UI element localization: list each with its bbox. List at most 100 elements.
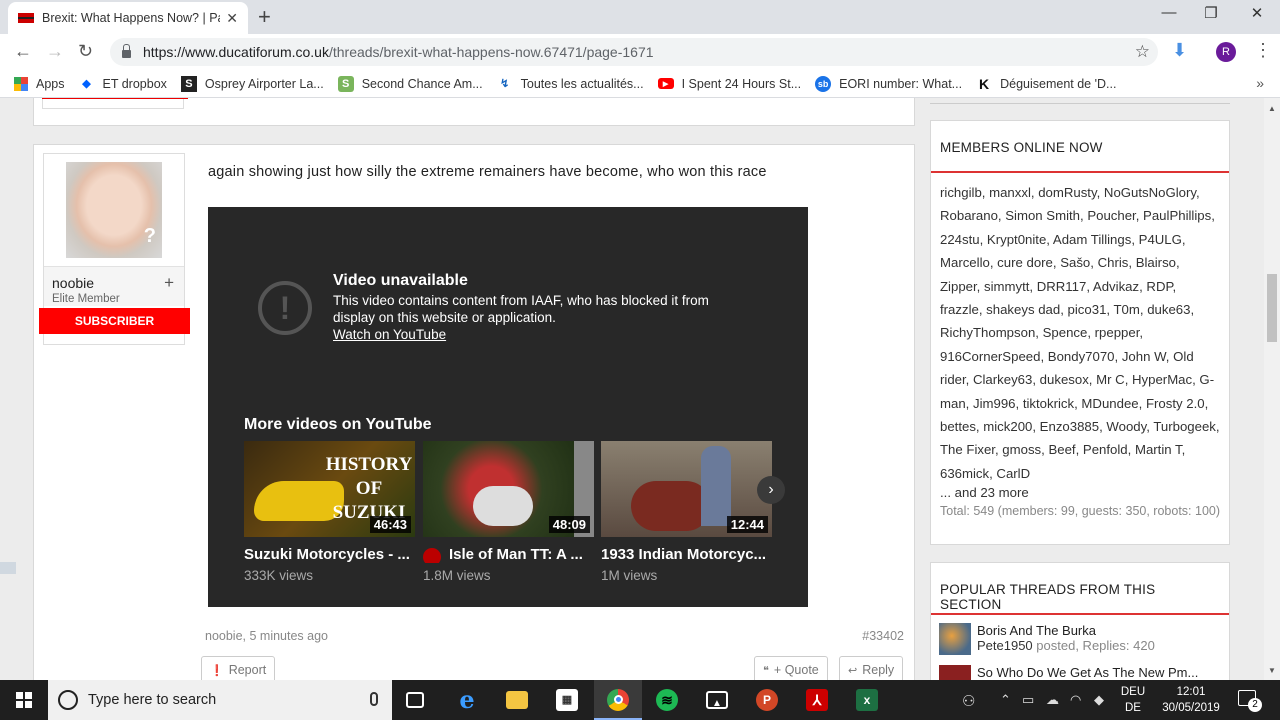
motorcycle-graphic [473,486,533,526]
thread-author[interactable]: Pete1950 [977,638,1033,653]
video-thumbnail[interactable]: HISTORY OF SUZUKI 46:43 [244,441,415,537]
bookmark-star-icon[interactable]: ☆ [1135,42,1150,62]
scroll-up-icon[interactable]: ▲ [1268,104,1276,113]
tab-bar: Brexit: What Happens Now? | Pag ✕ + — ❐ … [0,0,1280,34]
wifi-icon[interactable]: ◠ [1070,692,1081,708]
quote-button[interactable]: ❝ + Quote [754,656,828,680]
user-avatar[interactable]: ? [66,162,162,258]
people-icon[interactable]: ⚇ [962,692,975,710]
members-online-block: MEMBERS ONLINE NOW richgilb, manxxl, dom… [930,120,1230,545]
channel-avatar-icon [423,548,441,563]
scroll-down-icon[interactable]: ▼ [1268,666,1276,675]
microphone-icon[interactable] [370,692,378,706]
onedrive-icon[interactable]: ☁ [1046,692,1059,708]
taskbar-search[interactable]: Type here to search [48,680,392,720]
s-logo-icon: S [180,75,197,92]
report-icon: ❗ [210,664,224,677]
task-view-icon[interactable] [406,692,424,708]
watch-on-youtube-link[interactable]: Watch on YouTube [333,327,446,342]
restore-icon[interactable]: ❐ [1188,4,1234,22]
warning-icon: ! [258,281,312,335]
minimize-icon[interactable]: — [1146,4,1192,21]
thread-stats: posted, Replies: 420 [1036,638,1155,653]
follow-plus-icon[interactable]: + [164,273,174,293]
sb-icon: sb [815,75,832,92]
notification-count: 2 [1248,698,1262,712]
windows-taskbar: Type here to search e ▦ ≋ ▲ P ⅄ x ⚇ ⌃ ▭ … [0,680,1280,720]
bookmark-actualites[interactable]: ↯ Toutes les actualités... [497,76,644,92]
video-thumbnail[interactable]: 48:09 [423,441,594,537]
browser-tab[interactable]: Brexit: What Happens Now? | Pag ✕ [8,2,248,34]
popular-heading: POPULAR THREADS FROM THIS SECTION [931,563,1229,615]
dropbox-tray-icon[interactable]: ◆ [1094,692,1104,708]
close-tab-icon[interactable]: ✕ [226,10,238,27]
video-title[interactable]: Suzuki Motorcycles - ... [244,546,415,563]
menu-dots-icon[interactable]: ⋮ [1254,40,1272,61]
shopify-icon: S [337,75,354,92]
bookmark-youtube[interactable]: ▶ I Spent 24 Hours St... [657,77,801,91]
apps-grid-icon [14,76,28,91]
video-views: 333K views [244,568,314,583]
edge-icon[interactable]: e [456,688,478,712]
report-button[interactable]: ❗ Report [201,656,276,680]
spotify-icon[interactable]: ≋ [656,689,678,711]
chrome-icon[interactable] [607,689,629,711]
post-meta[interactable]: noobie, 5 minutes ago [205,629,328,643]
video-views: 1.8M views [423,568,491,583]
tray-chevron-icon[interactable]: ⌃ [1000,692,1011,708]
bookmark-apps[interactable]: Apps [14,76,65,91]
user-info: noobie Elite Member + [44,266,184,306]
bookmark-label: ET dropbox [102,76,167,91]
reload-icon[interactable]: ↻ [78,41,93,62]
bookmark-et-dropbox[interactable]: ◆ ET dropbox [79,76,167,92]
download-icon[interactable]: ⬇ [1172,40,1187,61]
video-title[interactable]: 1933 Indian Motorcyc... [601,546,772,563]
bookmark-osprey[interactable]: S Osprey Airporter La... [180,75,324,92]
popular-thread-item[interactable]: So Who Do We Get As The New Pm... [931,657,1229,680]
username[interactable]: noobie [52,275,176,291]
url-input[interactable]: https://www.ducatiforum.co.uk/threads/br… [110,38,1158,66]
members-list[interactable]: richgilb, manxxl, domRusty, NoGutsNoGlor… [931,173,1229,485]
language-code: DEU [1120,686,1146,698]
reply-button[interactable]: ↩ Reply [839,656,904,680]
more-bookmarks-icon[interactable]: » [1256,75,1264,91]
windows-start-icon[interactable] [16,692,32,708]
photos-icon[interactable]: ▲ [706,691,728,709]
tab-title: Brexit: What Happens Now? | Pag [42,11,221,25]
scroll-thumb[interactable] [1267,274,1277,342]
new-tab-icon[interactable]: + [258,4,271,30]
next-videos-icon[interactable]: › [757,476,785,504]
store-icon[interactable]: ▦ [556,689,578,711]
news-icon: ↯ [500,78,510,90]
members-more[interactable]: ... and 23 more [931,485,1229,500]
popular-thread-item[interactable]: Boris And The Burka Pete1950 posted, Rep… [931,615,1229,657]
video-title[interactable]: Isle of Man TT: A ... [423,546,594,563]
thread-title[interactable]: Boris And The Burka [977,623,1229,638]
file-explorer-icon[interactable] [506,691,528,709]
acrobat-icon[interactable]: ⅄ [806,689,828,711]
back-icon[interactable]: ← [14,41,32,62]
battery-icon[interactable]: ▭ [1022,692,1034,708]
bookmark-second-chance[interactable]: S Second Chance Am... [337,75,483,92]
bookmark-label: Second Chance Am... [361,76,483,91]
youtube-icon: ▶ [657,78,674,89]
excel-icon[interactable]: x [856,689,878,711]
post-number[interactable]: #33402 [862,629,904,643]
forward-icon[interactable]: → [46,41,64,62]
question-mark-icon: ? [143,225,156,247]
bookmark-label: Osprey Airporter La... [204,76,324,91]
profile-avatar[interactable]: R [1216,42,1236,62]
dropbox-icon: ◆ [82,78,91,90]
input-language[interactable]: DEU DE [1119,684,1147,716]
thread-title[interactable]: So Who Do We Get As The New Pm... [977,665,1229,680]
video-thumbnail[interactable]: 12:44 [601,441,772,537]
system-clock[interactable]: 12:01 30/05/2019 [1155,684,1227,716]
youtube-embed[interactable]: ! Video unavailable This video contains … [208,207,808,607]
powerpoint-icon[interactable]: P [756,689,778,711]
bookmark-eori[interactable]: sb EORI number: What... [815,75,962,92]
close-window-icon[interactable]: ✕ [1234,4,1280,22]
bookmark-deguisement[interactable]: K Déguisement de 'D... [976,76,1116,92]
bookmark-label: Toutes les actualités... [520,76,644,91]
page-scrollbar[interactable]: ▲ ▼ [1264,98,1280,680]
more-videos-title: More videos on YouTube [244,416,432,433]
